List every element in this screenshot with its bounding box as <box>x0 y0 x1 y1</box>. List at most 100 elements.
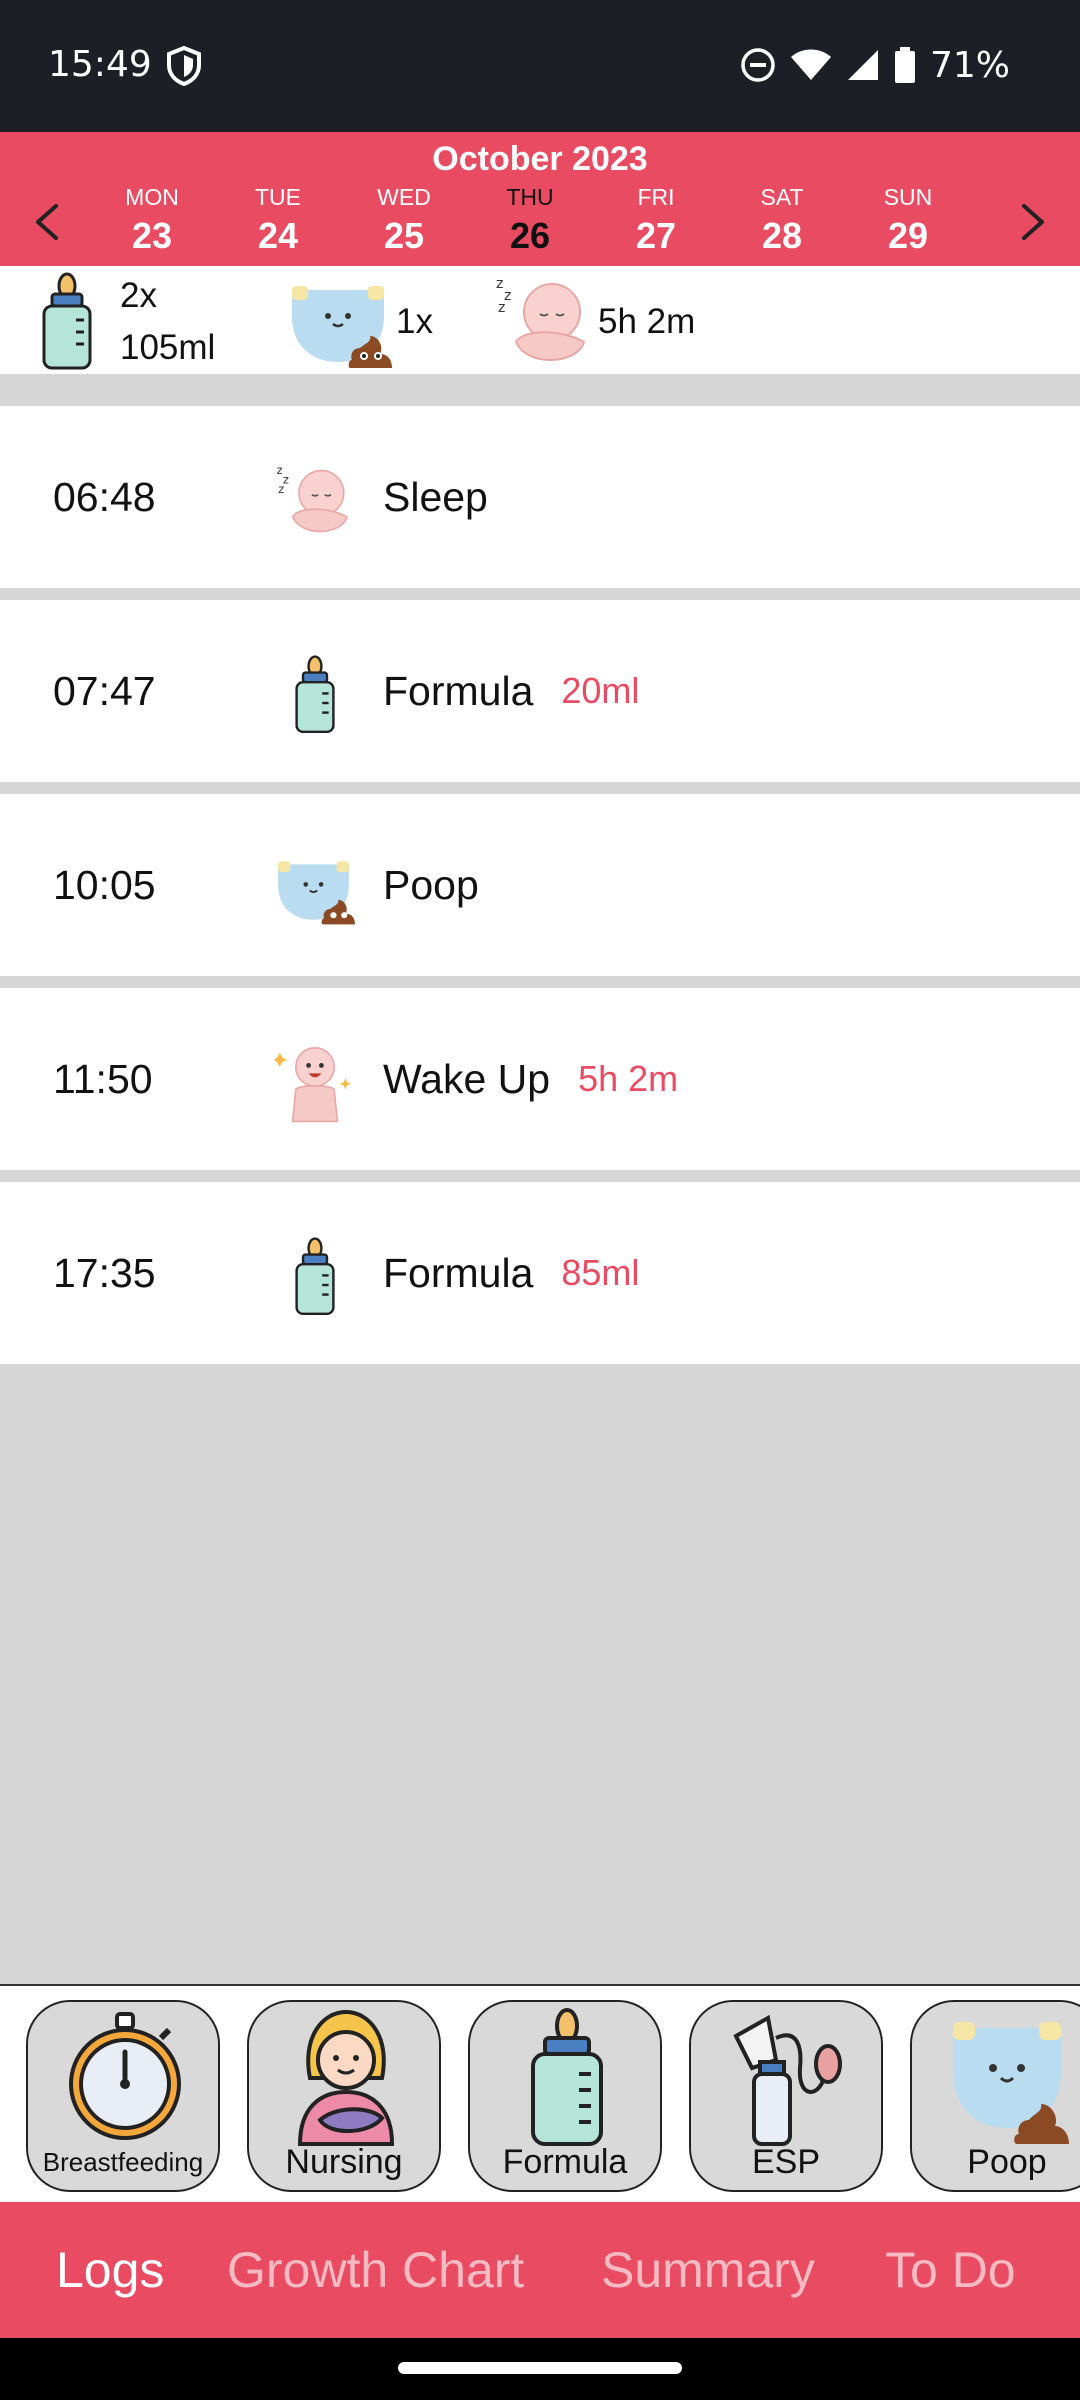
log-row[interactable]: 17:35 Formula 85ml <box>0 1182 1080 1364</box>
status-icons: 71% <box>740 40 1010 90</box>
log-detail: 20ml <box>561 670 640 711</box>
log-row[interactable]: 07:47 Formula 20ml <box>0 600 1080 782</box>
signal-icon <box>847 50 878 80</box>
log-time: 07:47 <box>53 667 156 714</box>
log-row[interactable]: 10:05 Poop <box>0 794 1080 976</box>
wifi-icon <box>790 49 831 80</box>
home-indicator[interactable] <box>398 2362 682 2374</box>
daily-summary: 2x 105ml 1x z z z 5h 2m <box>0 266 1080 374</box>
log-time: 10:05 <box>53 861 156 908</box>
breastfeeding-button[interactable]: Breastfeeding <box>26 2000 220 2192</box>
formula-button[interactable]: Formula <box>468 2000 662 2192</box>
log-entry: Formula 20ml <box>383 600 639 782</box>
day-of-week: WED <box>377 184 431 210</box>
nursing-button[interactable]: Nursing <box>247 2000 441 2192</box>
log-label: Sleep <box>383 473 488 520</box>
breastfeeding-label: Breastfeeding <box>42 2147 204 2177</box>
svg-text:z: z <box>277 464 283 477</box>
day-of-week: SUN <box>883 184 933 210</box>
day-number: 23 <box>131 215 173 256</box>
battery-icon <box>894 47 915 83</box>
log-entry: Wake Up 5h 2m <box>383 988 678 1170</box>
day-number: 28 <box>761 215 803 256</box>
calendar-day-tue[interactable]: TUE 24 <box>218 184 338 257</box>
log-detail: 5h 2m <box>578 1058 679 1099</box>
feeding-count: 2x <box>120 276 157 315</box>
feeding-summary: 2x 105ml <box>36 272 215 372</box>
esp-button[interactable]: ESP <box>689 2000 883 2192</box>
bottle-icon <box>295 1237 335 1315</box>
week-calendar: October 2023 MON 23 TUE 24 WED 25 THU 26… <box>0 132 1080 266</box>
awake-baby-icon <box>275 1047 351 1123</box>
shield-icon <box>167 46 201 86</box>
diaper-poop-icon <box>292 286 392 368</box>
stopwatch-icon <box>69 2012 181 2140</box>
nursing-mother-icon <box>297 2009 395 2146</box>
day-of-week: THU <box>506 184 554 210</box>
log-label: Poop <box>383 861 479 908</box>
log-label: Formula <box>383 667 534 714</box>
log-time: 06:48 <box>53 473 156 520</box>
diaper-count: 1x <box>396 302 433 341</box>
day-of-week: TUE <box>255 184 301 210</box>
diaper-poop-icon <box>953 2022 1069 2144</box>
dnd-icon <box>741 48 775 82</box>
status-bar: 15:49 71% <box>0 0 1080 132</box>
calendar-day-mon[interactable]: MON 23 <box>92 184 212 257</box>
log-entry: Formula 85ml <box>383 1182 639 1364</box>
day-number: 27 <box>635 215 677 256</box>
log-label: Wake Up <box>383 1055 551 1102</box>
chevron-left-icon[interactable] <box>22 192 72 252</box>
calendar-day-sat[interactable]: SAT 28 <box>722 184 842 257</box>
log-time: 17:35 <box>53 1249 156 1296</box>
log-entry: Sleep <box>383 406 516 588</box>
log-row[interactable]: 11:50 Wake Up 5h 2m <box>0 988 1080 1170</box>
log-label: Formula <box>383 1249 534 1296</box>
sleeping-baby-icon: z z z <box>277 464 348 533</box>
bottle-icon <box>42 272 92 370</box>
day-of-week: MON <box>125 184 179 210</box>
chevron-right-icon[interactable] <box>1008 192 1058 252</box>
formula-label: Formula <box>502 2143 628 2181</box>
log-entry: Poop <box>383 794 507 976</box>
esp-label: ESP <box>751 2143 821 2181</box>
calendar-day-thu-selected[interactable]: THU 26 <box>470 184 590 257</box>
diaper-poop-icon <box>278 861 355 925</box>
log-time: 11:50 <box>53 1055 153 1102</box>
bottom-nav: Logs Growth Chart Summary To Do <box>0 2202 1080 2338</box>
bottle-icon <box>531 2008 603 2146</box>
tab-summary[interactable]: Summary <box>601 2202 815 2338</box>
gesture-bar <box>0 2338 1080 2400</box>
log-detail: 85ml <box>561 1252 640 1293</box>
tab-logs[interactable]: Logs <box>56 2202 164 2338</box>
tab-to-do[interactable]: To Do <box>885 2202 1016 2338</box>
sleep-duration: 5h 2m <box>598 302 696 341</box>
battery-percent: 71% <box>929 44 1010 86</box>
sleep-summary: z z z 5h 2m <box>494 272 695 372</box>
day-number: 25 <box>383 215 425 256</box>
day-number: 26 <box>509 215 551 256</box>
day-of-week: SAT <box>760 184 804 210</box>
svg-text:z: z <box>278 483 284 496</box>
month-title: October 2023 <box>432 140 648 178</box>
log-row[interactable]: 06:48 z z z Sleep <box>0 406 1080 588</box>
calendar-day-wed[interactable]: WED 25 <box>344 184 464 257</box>
svg-text:z: z <box>496 276 503 292</box>
calendar-day-fri[interactable]: FRI 27 <box>596 184 716 257</box>
tab-growth-chart[interactable]: Growth Chart <box>227 2202 524 2338</box>
bottle-icon <box>295 655 335 733</box>
breast-pump-icon <box>733 2014 842 2146</box>
sleeping-baby-icon: z z z <box>496 276 586 361</box>
nursing-label: Nursing <box>285 2143 403 2181</box>
day-number: 24 <box>257 215 299 256</box>
poop-button[interactable]: Poop <box>910 2000 1080 2192</box>
quick-add-bar: Breastfeeding Nursing Formula ESP Poop <box>0 1984 1080 2202</box>
svg-text:z: z <box>498 300 505 316</box>
day-number: 29 <box>887 215 929 256</box>
feeding-volume: 105ml <box>120 328 216 367</box>
diaper-summary: 1x <box>288 272 433 372</box>
status-time: 15:49 <box>48 44 152 85</box>
day-of-week: FRI <box>637 184 675 210</box>
poop-label: Poop <box>967 2143 1047 2181</box>
calendar-day-sun[interactable]: SUN 29 <box>848 184 968 257</box>
